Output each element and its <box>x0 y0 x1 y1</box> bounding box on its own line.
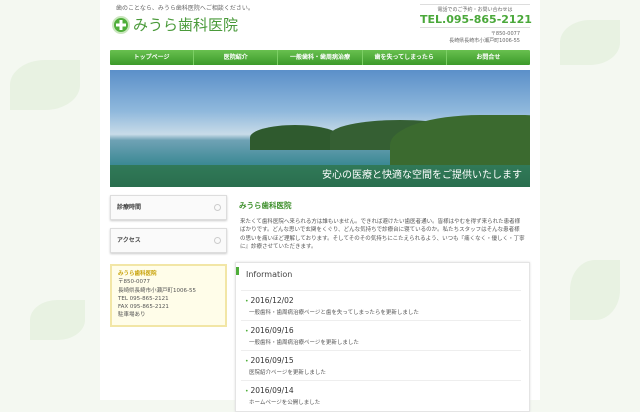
news-text: ホームページを公開しました <box>249 400 321 406</box>
accent-bar <box>236 267 239 275</box>
background-leaf <box>570 260 620 320</box>
clinic-name: みうら歯科医院 <box>118 271 157 277</box>
news-text: 医院紹介ページを更新しました <box>249 370 326 376</box>
background-leaf <box>30 300 85 340</box>
address: 長崎県長崎市小瀬戸町1006-55 <box>449 38 520 44</box>
tagline: 歯のことなら、みうら歯科医院へご相談ください。 <box>116 5 254 12</box>
cross-icon <box>112 15 130 34</box>
divider <box>420 4 530 5</box>
fax: FAX 095-865-2121 <box>118 304 169 311</box>
information-panel: Information 2016/12/02 一般歯科・歯周病治療ページと歯を失っ… <box>235 262 530 412</box>
circle-arrow-icon <box>214 237 221 244</box>
postal-code: 〒850-0077 <box>490 31 520 37</box>
nav-about[interactable]: 医院紹介 <box>194 50 279 65</box>
parking: 駐車場あり <box>118 312 146 319</box>
news-date: 2016/09/16 <box>245 326 521 335</box>
main-nav: トップページ 医院紹介 一般歯科・歯周病治療 歯を失ってしまったら お問合せ <box>110 50 530 65</box>
background-leaf <box>10 60 80 110</box>
address: 長崎県長崎市小瀬戸町1006-55 <box>118 287 196 294</box>
address-box: みうら歯科医院 〒850-0077 長崎県長崎市小瀬戸町1006-55 TEL … <box>110 264 227 327</box>
nav-top[interactable]: トップページ <box>110 50 195 65</box>
divider <box>420 27 530 28</box>
news-text: 一般歯科・歯周病治療ページと歯を失ってしまったらを更新しました <box>249 310 419 316</box>
circle-arrow-icon <box>214 204 221 211</box>
intro-text: 来たくて歯科医院へ来られる方は誰もいません。できれば避けたい歯医者通い。皆様はや… <box>240 219 525 250</box>
logo[interactable]: みうら歯科医院 <box>112 14 238 35</box>
section-title: みうら歯科医院 <box>239 201 292 210</box>
hero-caption: 安心の医療と快適な空間をご提供いたします <box>110 165 530 187</box>
header-contact: 電話でのご予約・お問い合わせは TEL.095-865-2121 〒850-00… <box>420 4 532 48</box>
news-item: 2016/09/16 一般歯科・歯周病治療ページを更新しました <box>241 320 521 346</box>
information-title: Information <box>246 270 293 279</box>
news-item: 2016/12/02 一般歯科・歯周病治療ページと歯を失ってしまったらを更新しまし… <box>241 290 521 316</box>
nav-general[interactable]: 一般歯科・歯周病治療 <box>278 50 363 65</box>
postal-code: 〒850-0077 <box>118 279 150 286</box>
logo-text: みうら歯科医院 <box>133 16 239 34</box>
sidebar-item-hours[interactable]: 診療時間 <box>110 195 227 220</box>
news-text: 一般歯科・歯周病治療ページを更新しました <box>249 340 359 346</box>
news-date: 2016/09/14 <box>245 386 521 395</box>
phone-number[interactable]: TEL.095-865-2121 <box>420 13 532 26</box>
news-date: 2016/09/15 <box>245 356 521 365</box>
hero-image: 安心の医療と快適な空間をご提供いたします <box>110 70 530 187</box>
nav-contact[interactable]: お問合せ <box>447 50 530 65</box>
sidebar-item-label: 診療時間 <box>117 204 142 211</box>
news-item: 2016/09/14 ホームページを公開しました <box>241 380 521 406</box>
sidebar-item-access[interactable]: アクセス <box>110 228 227 253</box>
background-leaf <box>560 20 620 65</box>
tel: TEL 095-865-2121 <box>118 295 169 302</box>
news-date: 2016/12/02 <box>245 296 521 305</box>
island <box>250 125 340 150</box>
news-item: 2016/09/15 医院紹介ページを更新しました <box>241 350 521 376</box>
sidebar-item-label: アクセス <box>117 237 141 244</box>
nav-lost-teeth[interactable]: 歯を失ってしまったら <box>363 50 447 65</box>
